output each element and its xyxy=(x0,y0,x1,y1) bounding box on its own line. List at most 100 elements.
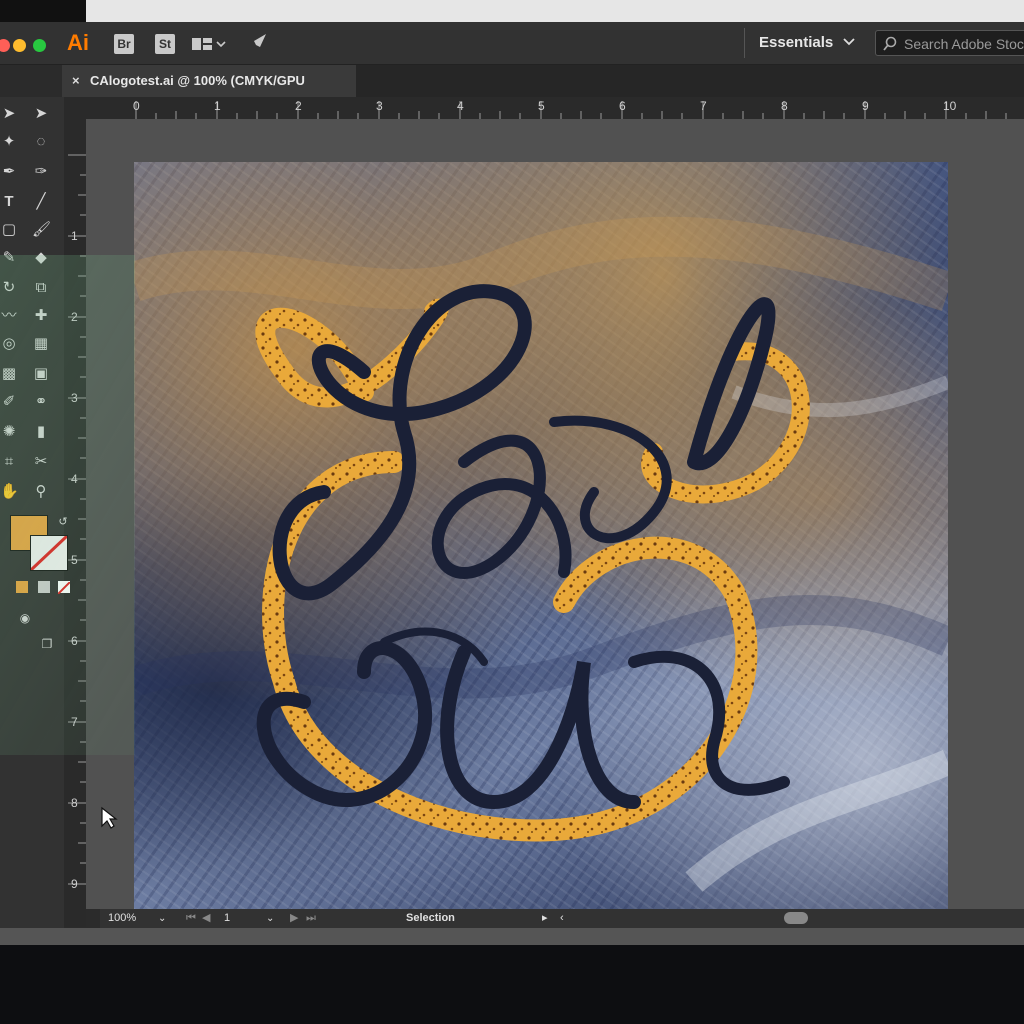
magic-wand-icon[interactable]: ✦ xyxy=(0,133,18,151)
ruler-label: 8 xyxy=(781,99,788,113)
close-tab-icon[interactable]: × xyxy=(72,65,80,97)
hand-icon[interactable]: ✋ xyxy=(0,483,19,501)
horizontal-ruler[interactable]: 0 1 2 3 4 5 6 7 8 9 10 xyxy=(86,97,1024,120)
search-icon xyxy=(883,36,897,51)
screen-mode-icon[interactable]: ❐ xyxy=(38,635,56,653)
gpu-performance-button[interactable] xyxy=(247,32,271,54)
ruler-label: 10 xyxy=(943,99,957,113)
illustrator-logo: Ai xyxy=(67,30,89,55)
ruler-label: 7 xyxy=(71,715,78,729)
lasso-icon[interactable]: ◌ xyxy=(32,133,50,151)
artboard-icon[interactable]: ⌗ xyxy=(0,453,18,471)
symbol-sprayer-icon[interactable]: ✺ xyxy=(0,423,18,441)
ruler-label: 4 xyxy=(457,99,464,113)
selection-icon[interactable]: ➤ xyxy=(0,105,18,123)
ruler-label: 3 xyxy=(71,391,78,405)
current-tool-name: Selection xyxy=(406,912,455,924)
shaper-icon[interactable]: ✎ xyxy=(0,249,18,267)
slice-icon[interactable]: ✂ xyxy=(32,453,50,471)
mouse-pointer-icon xyxy=(100,806,118,835)
paintbrush-icon[interactable]: 🖌 xyxy=(32,221,51,239)
direct-selection-icon[interactable]: ➤ xyxy=(32,105,50,123)
ruler-label: 9 xyxy=(71,877,78,891)
line-icon[interactable]: ╱ xyxy=(32,193,50,211)
ruler-label: 3 xyxy=(376,99,383,113)
chevron-down-icon xyxy=(843,38,856,46)
browser-top-strip xyxy=(0,0,1024,22)
minimize-window-button[interactable] xyxy=(13,39,26,52)
arrange-documents-icon xyxy=(192,38,226,50)
search-placeholder: Search Adobe Stock xyxy=(904,36,1024,52)
graph-icon[interactable]: ▮ xyxy=(32,423,50,441)
eraser-icon[interactable]: ◆ xyxy=(32,249,50,267)
status-menu-icon[interactable]: ▸ xyxy=(542,909,548,928)
ruler-label: 1 xyxy=(71,229,78,243)
adobe-stock-search-input[interactable]: Search Adobe Stock xyxy=(875,30,1024,56)
ruler-label: 1 xyxy=(214,99,221,113)
stock-button[interactable]: St xyxy=(155,34,175,54)
type-icon[interactable]: T xyxy=(0,193,18,211)
zoom-window-button[interactable] xyxy=(33,39,46,52)
ruler-label: 2 xyxy=(295,99,302,113)
ruler-label: 2 xyxy=(71,310,78,324)
artboard-number-field[interactable]: 1 xyxy=(224,909,230,928)
gradient-mode-button[interactable] xyxy=(38,581,50,593)
pen-icon[interactable]: ✒ xyxy=(0,163,18,181)
dock-strip xyxy=(0,928,1024,945)
ruler-label: 5 xyxy=(538,99,545,113)
last-artboard-icon[interactable]: ⏭ xyxy=(306,909,316,928)
monitor-bezel xyxy=(0,945,1024,1024)
horizontal-scrollbar-thumb[interactable] xyxy=(784,912,808,924)
first-artboard-icon[interactable]: ⏮ xyxy=(186,909,196,928)
tools-panel: ➤ ➤ ✦ ◌ ✒ ✑ T ╱ ▢ 🖌 ✎ ◆ ↻ ⧉ 〰 ✚ ◎ ▦ ▩ ▣ … xyxy=(0,97,71,945)
none-mode-button[interactable] xyxy=(57,581,71,595)
document-tab[interactable]: × CAlogotest.ai @ 100% (CMYK/GPU Preview… xyxy=(62,65,356,120)
artboard[interactable] xyxy=(134,162,948,910)
scroll-left-icon[interactable]: ‹ xyxy=(560,909,564,928)
scale-icon[interactable]: ⧉ xyxy=(32,279,50,297)
warp-icon[interactable]: 〰 xyxy=(0,307,18,325)
none-icon xyxy=(57,581,71,595)
stroke-swatch[interactable] xyxy=(30,535,68,571)
close-window-button[interactable] xyxy=(0,39,10,52)
gradient-icon[interactable]: ▣ xyxy=(32,365,50,383)
zoom-dropdown-icon[interactable]: ⌄ xyxy=(158,909,166,928)
ruler-label: 8 xyxy=(71,796,78,810)
rocket-icon xyxy=(250,34,266,51)
lettering-artwork xyxy=(134,216,948,892)
ruler-label: 9 xyxy=(862,99,869,113)
zoom-icon[interactable]: ⚲ xyxy=(32,483,50,501)
zoom-level-field[interactable]: 100% xyxy=(108,909,136,928)
shape-builder-icon[interactable]: ◎ xyxy=(0,335,18,353)
blend-icon[interactable]: ⚭ xyxy=(32,393,50,411)
no-stroke-icon xyxy=(31,536,67,570)
ruler-label: 6 xyxy=(71,634,78,648)
perspective-icon[interactable]: ▦ xyxy=(32,335,50,353)
eyedropper-icon[interactable]: ✐ xyxy=(0,393,18,411)
arrange-documents-button[interactable] xyxy=(192,35,226,53)
free-transform-icon[interactable]: ✚ xyxy=(32,307,50,325)
ruler-label: 0 xyxy=(133,99,140,113)
color-mode-button[interactable] xyxy=(16,581,28,593)
previous-artboard-icon[interactable]: ◀ xyxy=(202,909,210,928)
application-bar: Ai Br St Essentials Search Adobe Stock xyxy=(0,22,1024,65)
rotate-icon[interactable]: ↻ xyxy=(0,279,18,297)
status-bar: 100% ⌄ ⏮ ◀ 1 ⌄ ▶ ⏭ Selection ▸ ‹ xyxy=(100,909,1024,928)
bridge-button[interactable]: Br xyxy=(114,34,134,54)
document-tab-bar: × CAlogotest.ai @ 100% (CMYK/GPU Preview… xyxy=(62,65,1024,120)
rectangle-icon[interactable]: ▢ xyxy=(0,221,18,239)
illustrator-window: Ai Br St Essentials Search Adobe Stock ×… xyxy=(0,0,1024,945)
workspace-label: Essentials xyxy=(759,34,834,51)
mesh-icon[interactable]: ▩ xyxy=(0,365,18,383)
swap-fill-stroke-icon[interactable]: ↺ xyxy=(54,513,72,531)
next-artboard-icon[interactable]: ▶ xyxy=(290,909,298,928)
ruler-label: 4 xyxy=(71,472,78,486)
ruler-label: 7 xyxy=(700,99,707,113)
draw-mode-icon[interactable]: ◉ xyxy=(16,609,34,627)
horizontal-ruler-ticks xyxy=(135,101,1007,119)
vertical-ruler[interactable]: 1 2 3 4 5 6 7 8 9 xyxy=(64,97,86,927)
curvature-icon[interactable]: ✑ xyxy=(32,163,50,181)
panel-divider xyxy=(744,28,745,58)
artboard-dropdown-icon[interactable]: ⌄ xyxy=(266,909,274,928)
workspace-switcher[interactable]: Essentials xyxy=(759,34,856,51)
